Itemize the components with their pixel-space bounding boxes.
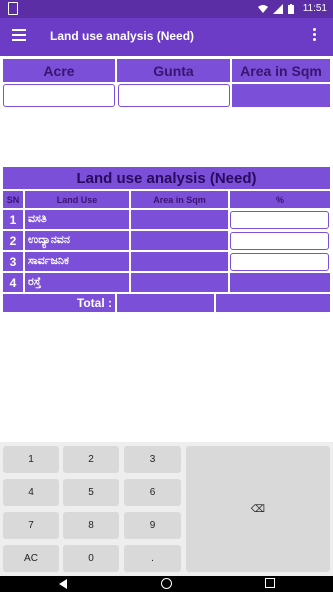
status-time: 11:51 [302, 3, 327, 14]
sd-card-icon [8, 2, 18, 15]
home-icon[interactable] [161, 578, 172, 589]
row-area-sqm [130, 230, 229, 251]
row-sn: 3 [2, 251, 24, 272]
table-title: Land use analysis (Need) [2, 166, 331, 190]
key-3[interactable]: 3 [124, 446, 181, 473]
gunta-input[interactable] [118, 84, 230, 107]
total-area-sqm [116, 293, 215, 313]
key-dot[interactable]: . [124, 545, 181, 572]
signal-icon [272, 3, 283, 14]
app-bar: Land use analysis (Need) [0, 18, 333, 56]
system-nav-bar [0, 576, 333, 592]
row-area-sqm [130, 272, 229, 293]
key-1[interactable]: 1 [3, 446, 59, 473]
more-options-icon[interactable] [313, 28, 317, 43]
row-area-sqm [130, 251, 229, 272]
header-area-sqm: Area in Sqm [231, 58, 331, 83]
row-sn: 4 [2, 272, 24, 293]
wifi-icon [257, 4, 268, 14]
row-percent [229, 272, 331, 293]
key-4[interactable]: 4 [3, 479, 59, 506]
key-2[interactable]: 2 [63, 446, 119, 473]
total-label: Total : [2, 293, 116, 313]
col-header-land-use: Land Use [24, 190, 130, 209]
key-ac[interactable]: AC [3, 545, 59, 572]
row-sn: 1 [2, 209, 24, 230]
total-percent [215, 293, 331, 313]
recent-apps-icon[interactable] [265, 578, 275, 588]
page-title: Land use analysis (Need) [50, 29, 195, 43]
backspace-icon: ⌫ [250, 503, 266, 515]
row-land-use: ಉದ್ಯಾನವನ [24, 230, 130, 251]
header-gunta: Gunta [116, 58, 231, 83]
key-7[interactable]: 7 [3, 512, 59, 539]
numeric-keypad: 1 2 3 4 5 6 7 8 9 AC 0 . ⌫ [0, 442, 333, 576]
hamburger-menu-icon[interactable] [12, 29, 26, 41]
row-land-use: ಸಾರ್ವಜನಿಕ [24, 251, 130, 272]
col-header-percent: % [229, 190, 331, 209]
row-land-use: ವಸತಿ [24, 209, 130, 230]
key-backspace[interactable]: ⌫ [186, 446, 330, 572]
row-sn: 2 [2, 230, 24, 251]
battery-icon [287, 3, 298, 14]
header-acre: Acre [2, 58, 116, 83]
col-header-sn: SN [2, 190, 24, 209]
back-icon[interactable] [59, 579, 67, 589]
row-percent-input[interactable] [230, 211, 329, 229]
key-0[interactable]: 0 [63, 545, 119, 572]
key-8[interactable]: 8 [63, 512, 119, 539]
status-bar: 11:51 [0, 0, 333, 18]
row-percent-input[interactable] [230, 232, 329, 250]
row-land-use: ರಸ್ತೆ [24, 272, 130, 293]
area-sqm-output [231, 83, 331, 108]
key-9[interactable]: 9 [124, 512, 181, 539]
key-6[interactable]: 6 [124, 479, 181, 506]
row-percent-input[interactable] [230, 253, 329, 271]
acre-input[interactable] [3, 84, 115, 107]
key-5[interactable]: 5 [63, 479, 119, 506]
row-area-sqm [130, 209, 229, 230]
col-header-area-sqm: Area in Sqm [130, 190, 229, 209]
